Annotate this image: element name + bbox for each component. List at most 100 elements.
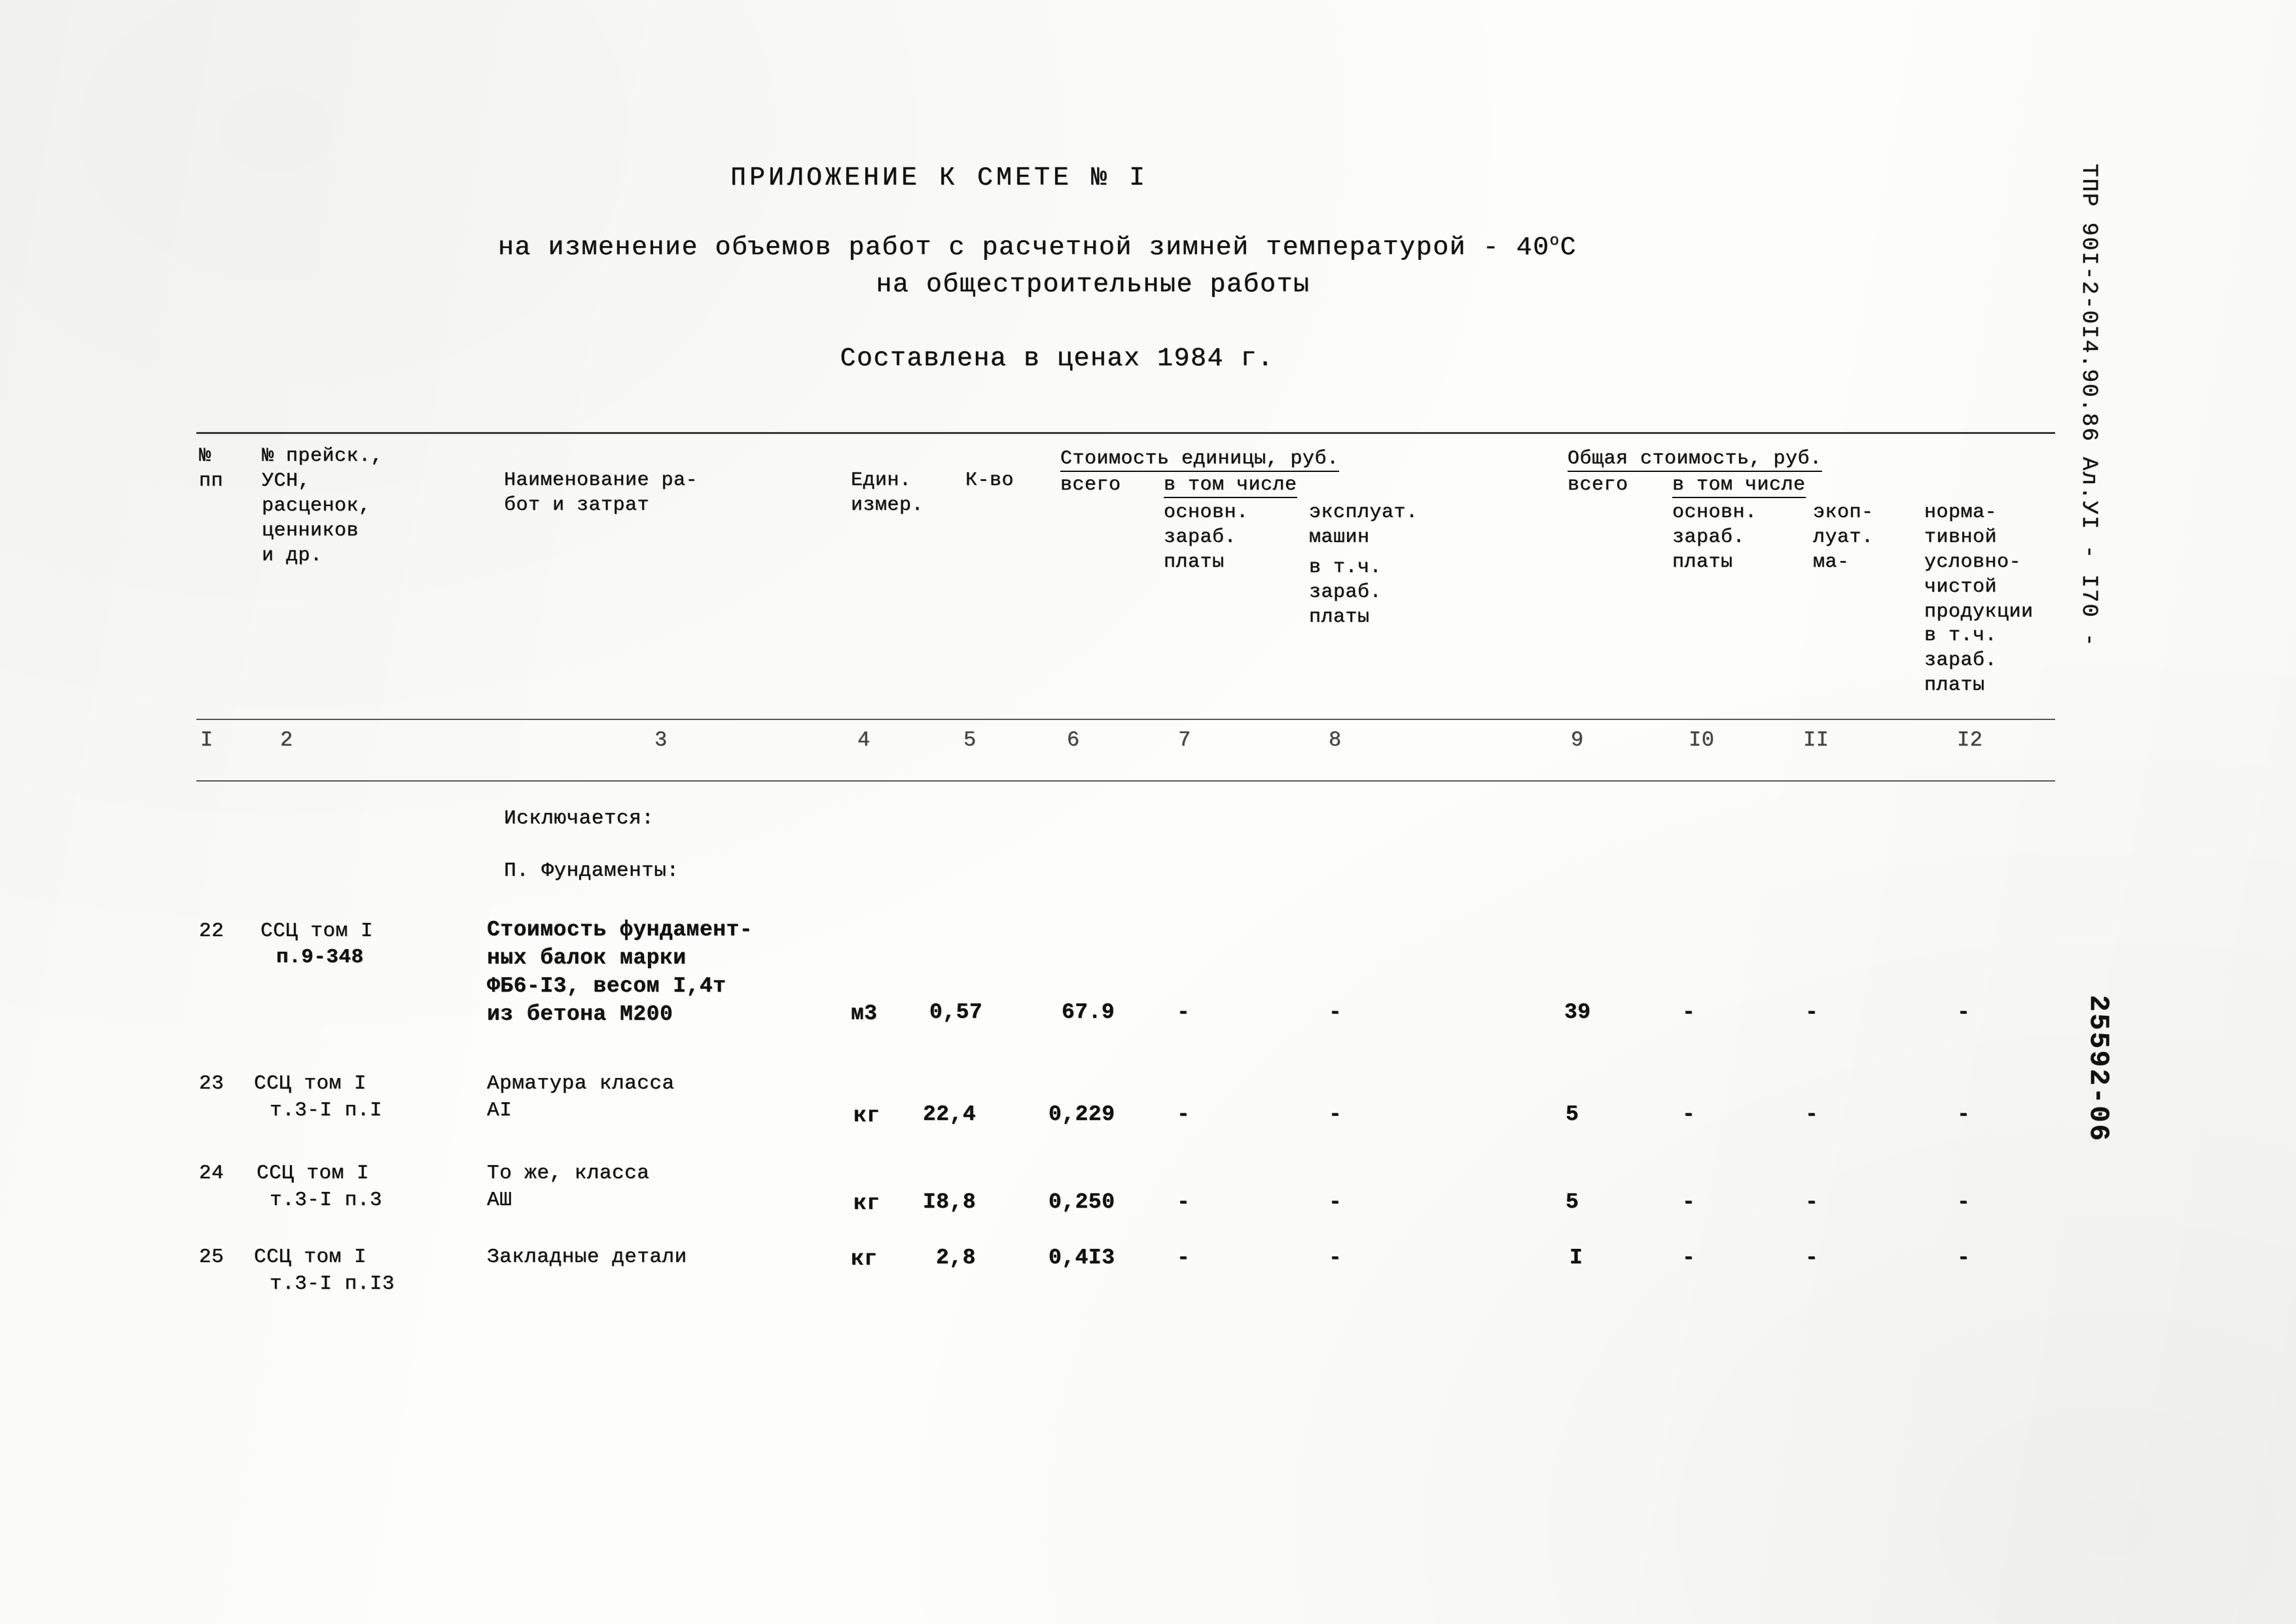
header-total-among: в том числе xyxy=(1672,473,1806,498)
header-unit-among: в том числе xyxy=(1164,473,1297,498)
header-col-1: № пп xyxy=(199,445,224,492)
row-24-c12: - xyxy=(1957,1190,1971,1214)
row-22-unit: м3 xyxy=(851,1001,878,1026)
row-22-code-2: п.9-348 xyxy=(276,946,364,969)
row-25-no: 25 xyxy=(199,1246,224,1269)
header-unit-machines-label: эксплуат. машин xyxy=(1309,501,1418,549)
row-23-unit: кг xyxy=(853,1104,880,1128)
colnum-4: 4 xyxy=(857,728,870,752)
colnum-8: 8 xyxy=(1329,728,1342,752)
row-23-desc-1: Арматура класса xyxy=(487,1072,675,1095)
row-23-no: 23 xyxy=(199,1072,224,1095)
header-total-total: всего xyxy=(1568,474,1628,496)
row-25-c7: - xyxy=(1177,1246,1191,1270)
row-22-desc-4: из бетона М200 xyxy=(487,1002,673,1026)
row-23-code-1: ССЦ том I xyxy=(254,1072,367,1095)
row-23-c7: - xyxy=(1177,1102,1191,1127)
row-22-c10: - xyxy=(1682,1000,1696,1024)
colnum-11: II xyxy=(1803,728,1829,752)
row-24-desc-1: То же, класса xyxy=(487,1162,650,1185)
degree-symbol: о xyxy=(1549,232,1560,250)
row-23-desc-2: AI xyxy=(487,1099,512,1122)
row-22-c6: 67.9 xyxy=(1062,1000,1115,1024)
row-22-c12: - xyxy=(1957,1000,1971,1024)
header-group-unit-cost-label: Стоимость единицы, руб. xyxy=(1060,448,1339,472)
row-24-desc-2: AШ xyxy=(487,1189,512,1212)
colnum-9: 9 xyxy=(1571,728,1584,752)
table-top-rule xyxy=(196,432,2055,434)
header-group-total-cost: Общая стоимость, руб. xyxy=(1568,446,1822,472)
row-24-c6: 0,250 xyxy=(1049,1190,1115,1214)
header-total-nchp-sub: в т.ч. зараб. платы xyxy=(1924,624,1998,696)
row-22-c7: - xyxy=(1177,1000,1191,1024)
colnum-10: I0 xyxy=(1689,728,1715,752)
colnum-12: I2 xyxy=(1957,728,1983,752)
row-22-desc-2: ных балок марки xyxy=(487,946,687,970)
header-col-3: Наименование ра- бот и затрат xyxy=(504,469,698,516)
header-col-5: К-во xyxy=(965,469,1014,492)
row-25-desc-1: Закладные детали xyxy=(487,1246,687,1269)
subtitle-line-1-text: на изменение объемов работ с расчетной з… xyxy=(497,233,1550,263)
row-23-c6: 0,229 xyxy=(1049,1102,1115,1127)
page-title: ПРИЛОЖЕНИЕ К СМЕТЕ № I xyxy=(730,164,1149,193)
header-total-basic-wage: основн. зараб. платы xyxy=(1672,501,1757,573)
table-colnum-rule xyxy=(196,780,2055,782)
row-24-c7: - xyxy=(1177,1190,1191,1214)
row-25-code-2: т.3-I п.I3 xyxy=(270,1272,395,1295)
header-group-unit-cost: Стоимость единицы, руб. xyxy=(1060,446,1339,472)
row-24-code-2: т.3-I п.3 xyxy=(270,1189,382,1212)
header-col-2: № прейск., УСН, расценок, ценников и др. xyxy=(262,445,384,567)
row-23-c11: - xyxy=(1805,1102,1819,1127)
row-23-c10: - xyxy=(1682,1102,1696,1127)
prices-note: Составлена в ценах 1984 г. xyxy=(840,344,1274,374)
margin-archive-id: 25592-06 xyxy=(2083,995,2114,1143)
row-24-c11: - xyxy=(1805,1190,1819,1214)
margin-project-code: ТПР 90I-2-0I4.90.86 Ал.УI - I70 - xyxy=(2076,164,2101,648)
header-total-machines: экоп- луат. ма- xyxy=(1813,501,1874,573)
row-22-desc-3: ФБ6-I3, весом I,4т xyxy=(487,974,726,998)
header-unit-basic-wage: основн. зараб. платы xyxy=(1164,501,1249,573)
row-25-c9: I xyxy=(1570,1246,1583,1270)
table-header-rule xyxy=(196,719,2055,720)
header-unit-among-label: в том числе xyxy=(1164,474,1297,498)
row-23-c8: - xyxy=(1329,1102,1342,1127)
row-24-qty: I8,8 xyxy=(923,1190,977,1214)
colnum-2: 2 xyxy=(280,728,293,752)
header-unit-total: всего xyxy=(1060,474,1121,496)
row-25-c11: - xyxy=(1805,1246,1819,1270)
header-unit-machines: эксплуат. машин xyxy=(1309,500,1418,550)
row-22-c9: 39 xyxy=(1564,1000,1591,1024)
row-22-c8: - xyxy=(1329,1000,1342,1024)
row-23-c9: 5 xyxy=(1566,1102,1579,1127)
colnum-1: I xyxy=(200,728,213,752)
row-23-c12: - xyxy=(1957,1102,1971,1127)
row-22-c11: - xyxy=(1805,1000,1819,1024)
title-block: ПРИЛОЖЕНИЕ К СМЕТЕ № I на изменение объе… xyxy=(0,164,2075,374)
row-23-code-2: т.3-I п.I xyxy=(270,1099,382,1122)
colnum-5: 5 xyxy=(963,728,977,752)
row-25-c10: - xyxy=(1682,1246,1696,1270)
subtitle-temperature: на изменение объемов работ с расчетной з… xyxy=(0,232,2075,262)
colnum-7: 7 xyxy=(1178,728,1191,752)
header-total-nchp: норма- тивной условно- чистой продукции xyxy=(1924,501,2034,623)
row-24-unit: кг xyxy=(853,1191,880,1216)
row-22-no: 22 xyxy=(199,920,224,943)
header-total-among-label: в том числе xyxy=(1672,474,1806,498)
row-25-code-1: ССЦ том I xyxy=(254,1246,367,1269)
header-unit-machines-sub: в т.ч. зараб. платы xyxy=(1309,556,1382,628)
colnum-3: 3 xyxy=(655,728,668,752)
row-25-c12: - xyxy=(1957,1246,1971,1270)
row-24-no: 24 xyxy=(199,1162,224,1185)
row-25-c6: 0,4I3 xyxy=(1049,1246,1115,1270)
celsius-symbol: С xyxy=(1560,233,1577,263)
row-25-unit: кг xyxy=(851,1247,878,1271)
header-col-4: Един. измер. xyxy=(851,469,924,516)
row-24-c9: 5 xyxy=(1566,1190,1579,1214)
row-23-qty: 22,4 xyxy=(923,1102,977,1127)
row-22-desc-1: Стоимость фундамент- xyxy=(487,918,753,942)
row-24-code-1: ССЦ том I xyxy=(257,1162,369,1185)
header-group-total-cost-label: Общая стоимость, руб. xyxy=(1568,448,1822,472)
row-22-qty: 0,57 xyxy=(929,1000,983,1024)
subtitle-works: на общестроительные работы xyxy=(876,270,1310,300)
row-25-qty: 2,8 xyxy=(936,1246,976,1270)
